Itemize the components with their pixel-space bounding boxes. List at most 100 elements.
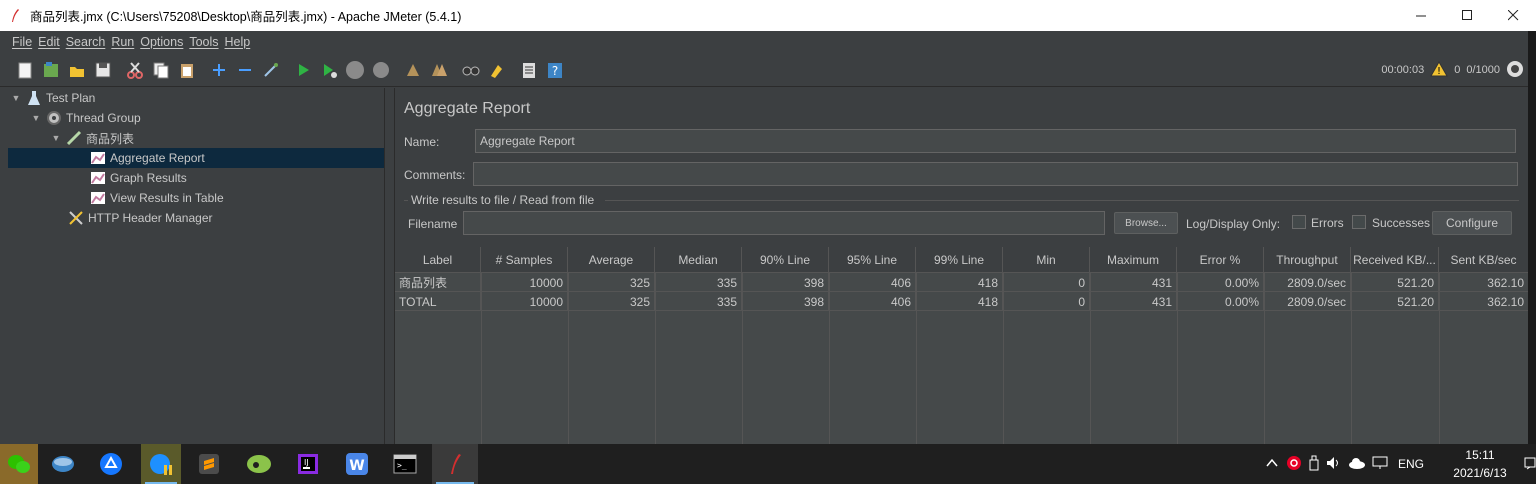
ie-browser-icon[interactable] — [141, 444, 181, 484]
column-header[interactable]: Maximum — [1090, 247, 1177, 273]
menu-run[interactable]: Run — [111, 35, 134, 49]
expand-all-icon[interactable] — [208, 59, 230, 81]
save-icon[interactable] — [92, 59, 114, 81]
errors-checkbox[interactable] — [1292, 215, 1306, 229]
browse-button[interactable]: Browse... — [1114, 212, 1178, 234]
cloud-icon[interactable] — [1348, 457, 1366, 472]
network-icon[interactable] — [1372, 456, 1388, 473]
clear-icon[interactable] — [402, 59, 424, 81]
open-icon[interactable] — [66, 59, 88, 81]
column-header[interactable]: Throughput — [1264, 247, 1351, 273]
remote-icon[interactable] — [1506, 60, 1524, 81]
menu-file[interactable]: File — [12, 35, 32, 49]
comments-input[interactable] — [473, 162, 1518, 186]
usb-icon[interactable] — [1308, 455, 1320, 474]
help-icon[interactable]: ? — [544, 59, 566, 81]
chevron-down-icon[interactable]: ▼ — [50, 133, 62, 143]
column-header[interactable]: Label — [395, 247, 481, 273]
file-group-title: Write results to file / Read from file — [411, 193, 595, 207]
reset-search-icon[interactable] — [486, 59, 508, 81]
column-header[interactable]: # Samples — [481, 247, 568, 273]
table-cell: 335 — [655, 273, 742, 292]
templates-icon[interactable] — [40, 59, 62, 81]
network-drive-icon[interactable] — [40, 444, 86, 484]
system-tray: ENG — [1266, 444, 1424, 484]
qq-music-icon[interactable] — [236, 444, 282, 484]
table-cell: 521.20 — [1351, 273, 1439, 292]
start-icon[interactable] — [292, 59, 314, 81]
table-row[interactable]: 商品列表 10000 325 335 398 406 418 0 431 0.0… — [395, 273, 1528, 292]
tree-item-http-sampler[interactable]: ▼ 商品列表 — [50, 128, 134, 148]
tree-item-aggregate-report[interactable]: Aggregate Report — [8, 148, 384, 168]
new-icon[interactable] — [14, 59, 36, 81]
table-cell: 398 — [742, 292, 829, 311]
table-row[interactable]: TOTAL 10000 325 335 398 406 418 0 431 0.… — [395, 292, 1528, 311]
configure-button[interactable]: Configure — [1432, 211, 1512, 235]
jmeter-taskbar-icon[interactable] — [432, 444, 478, 484]
netease-music-icon[interactable] — [1286, 455, 1302, 474]
name-input[interactable]: Aggregate Report — [475, 129, 1516, 153]
window-edge — [1528, 31, 1536, 444]
menu-tools[interactable]: Tools — [189, 35, 218, 49]
sublime-text-icon[interactable] — [186, 444, 232, 484]
copy-icon[interactable] — [150, 59, 172, 81]
collapse-all-icon[interactable] — [234, 59, 256, 81]
tree-item-graph-results[interactable]: Graph Results — [90, 168, 187, 188]
menu-options[interactable]: Options — [140, 35, 183, 49]
toggle-icon[interactable] — [260, 59, 282, 81]
filename-input[interactable] — [463, 211, 1105, 235]
toolbar: ? 00:00:03 ! 0 0/1000 — [0, 53, 1528, 87]
start-no-pauses-icon[interactable] — [318, 59, 340, 81]
clear-all-icon[interactable] — [428, 59, 450, 81]
menu-search[interactable]: Search — [66, 35, 106, 49]
column-header[interactable]: Sent KB/sec — [1439, 247, 1528, 273]
close-button[interactable] — [1490, 0, 1536, 31]
table-cell: 398 — [742, 273, 829, 292]
column-header[interactable]: 99% Line — [916, 247, 1003, 273]
cut-icon[interactable] — [124, 59, 146, 81]
maximize-button[interactable] — [1444, 0, 1490, 31]
volume-icon[interactable] — [1326, 456, 1342, 473]
stop-icon[interactable] — [344, 59, 366, 81]
filename-label: Filename — [408, 217, 458, 231]
shutdown-icon[interactable] — [370, 59, 392, 81]
tree-item-thread-group[interactable]: ▼ Thread Group — [30, 108, 141, 128]
terminal-icon[interactable]: >_ — [382, 444, 428, 484]
wps-icon[interactable]: W — [334, 444, 380, 484]
tree-item-header-manager[interactable]: HTTP Header Manager — [68, 208, 213, 228]
intellij-icon[interactable]: IJ — [285, 444, 331, 484]
log-display-label: Log/Display Only: — [1186, 217, 1281, 231]
clock[interactable]: 15:11 2021/6/13 — [1440, 446, 1520, 482]
menu-edit[interactable]: Edit — [38, 35, 60, 49]
chevron-up-icon[interactable] — [1266, 457, 1278, 471]
search-icon[interactable] — [460, 59, 482, 81]
aggregate-report-panel: Aggregate Report Name: Aggregate Report … — [395, 88, 1528, 444]
panel-splitter[interactable] — [385, 88, 395, 444]
language-indicator[interactable]: ENG — [1398, 457, 1424, 471]
column-header[interactable]: 95% Line — [829, 247, 916, 273]
successes-label: Successes — [1372, 216, 1431, 230]
column-header[interactable]: Min — [1003, 247, 1090, 273]
wechat-icon[interactable] — [0, 444, 38, 484]
table-cell: 10000 — [481, 292, 568, 311]
chevron-down-icon[interactable]: ▼ — [30, 113, 42, 123]
menu-help[interactable]: Help — [225, 35, 251, 49]
tree-item-view-results-table[interactable]: View Results in Table — [90, 188, 224, 208]
table-cell: 406 — [829, 292, 916, 311]
tencent-meeting-icon[interactable] — [88, 444, 134, 484]
column-header[interactable]: Error % — [1177, 247, 1264, 273]
column-header[interactable]: 90% Line — [742, 247, 829, 273]
tree-item-test-plan[interactable]: ▼ Test Plan — [10, 88, 95, 108]
elapsed-time: 00:00:03 — [1381, 64, 1425, 76]
warning-icon[interactable]: ! — [1430, 60, 1449, 80]
column-header[interactable]: Average — [568, 247, 655, 273]
chevron-down-icon[interactable]: ▼ — [10, 93, 22, 103]
table-cell: 0 — [1003, 273, 1090, 292]
paste-icon[interactable] — [176, 59, 198, 81]
function-helper-icon[interactable] — [518, 59, 540, 81]
column-header[interactable]: Median — [655, 247, 742, 273]
column-header[interactable]: Received KB/... — [1351, 247, 1439, 273]
minimize-button[interactable] — [1398, 0, 1444, 31]
successes-checkbox[interactable] — [1352, 215, 1366, 229]
notification-icon[interactable] — [1524, 444, 1536, 484]
